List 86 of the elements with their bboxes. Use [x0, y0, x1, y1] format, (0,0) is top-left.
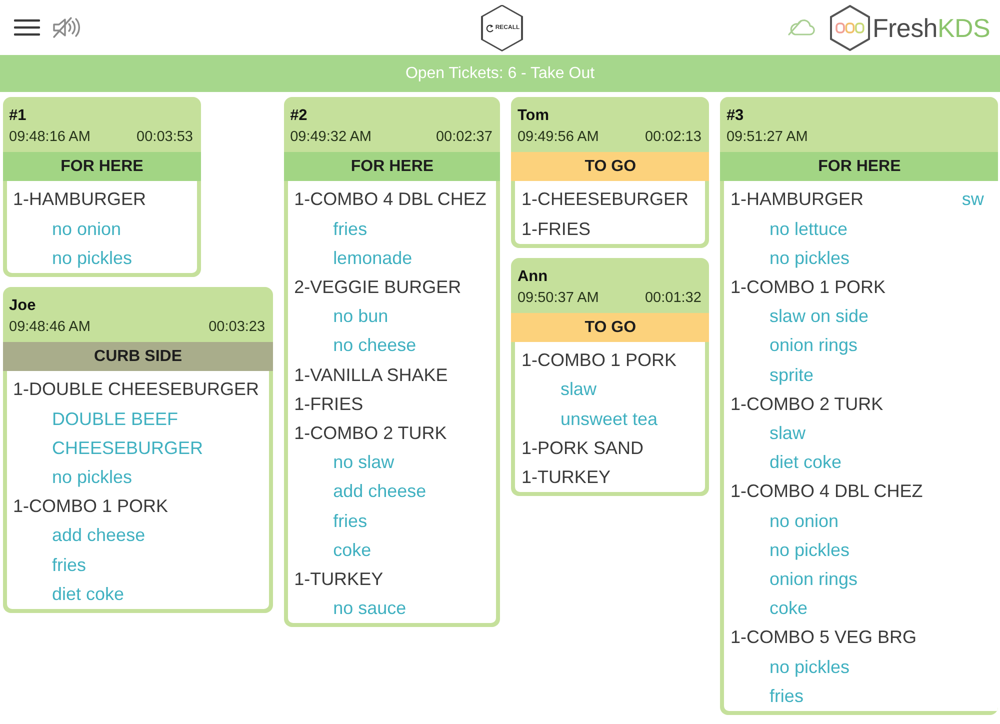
circular-arrow-icon: [486, 24, 494, 32]
order-item: 1-TURKEY: [294, 569, 384, 590]
ticket-card[interactable]: Joe 09:48:46 AM 00:03:23 CURB SIDE 1-DOUBLE CHEESEBURGER DOUBLE BEEF CHEESEBURGER no pickles 1-COMBO 1 PORK add cheese fries diet coke: [3, 287, 274, 614]
order-time: 09:49:32 AM: [290, 128, 372, 147]
order-time: 09:51:27 AM: [726, 128, 808, 147]
order-time: 09:49:56 AM: [517, 128, 599, 147]
item-modifier: no bun: [333, 306, 388, 326]
order-item: 1-FRIES: [294, 394, 364, 414]
order-item: 1-CHEESEBURGER: [521, 189, 688, 210]
elapsed-time: 00:02:13: [644, 128, 702, 147]
item-modifier: fries: [333, 510, 368, 531]
order-item: 1-VANILLA SHAKE: [294, 364, 448, 385]
order-item: 1-PORK SAND: [521, 438, 644, 458]
item-modifier: no sauce: [333, 598, 406, 618]
item-modifier: sprite: [769, 364, 814, 385]
item-modifier: slaw: [769, 423, 806, 444]
item-modifier: sw: [962, 189, 984, 210]
item-modifier: slaw: [560, 379, 596, 400]
item-modifier: unsweet tea: [560, 408, 658, 429]
item-modifier: onion rings: [769, 335, 858, 356]
order-time: 09:50:37 AM: [517, 288, 599, 308]
item-modifier: no slaw: [333, 452, 394, 472]
logo-wordmark: FreshKDS: [872, 12, 990, 42]
order-item: 1-COMBO 1 PORK: [521, 350, 676, 370]
item-modifier: no onion: [52, 218, 122, 239]
item-modifier: diet coke: [769, 452, 842, 472]
item-modifier: diet coke: [52, 584, 124, 604]
muted-speaker-icon[interactable]: [52, 16, 82, 39]
item-modifier: add cheese: [333, 481, 426, 502]
order-item: 1-COMBO 1 PORK: [13, 496, 168, 516]
order-item: 1-HAMBURGER: [730, 189, 864, 210]
order-item: 1-COMBO 4 DBL CHEZ: [294, 189, 486, 210]
item-modifier: no lettuce: [769, 218, 848, 239]
order-item: 2-VEGGIE BURGER: [294, 277, 462, 297]
order-item: 1-HAMBURGER: [13, 189, 146, 210]
ticket-card[interactable]: Ann 09:50:37 AM 00:01:32 TO GO 1-COMBO 1 PORK slaw unsweet tea 1-PORK SAND 1-TURKEY: [511, 258, 710, 496]
order-type-banner: FOR HERE: [284, 152, 500, 181]
ticket-name: Joe: [9, 296, 37, 316]
order-type-banner: FOR HERE: [720, 152, 998, 181]
item-modifier: no pickles: [769, 248, 850, 268]
item-modifier: no pickles: [769, 656, 850, 677]
order-item: 1-FRIES: [521, 218, 590, 239]
ticket-name: #1: [9, 106, 28, 126]
elapsed-time: 00:01:32: [644, 288, 702, 308]
item-modifier: onion rings: [769, 569, 858, 590]
order-type-banner: TO GO: [511, 152, 710, 181]
elapsed-time: 00:03:53: [136, 128, 193, 147]
ticket-card[interactable]: Tom 09:49:56 AM 00:02:13 TO GO 1-CHEESEBURGER 1-FRIES: [511, 97, 710, 248]
item-modifier: no pickles: [52, 248, 132, 268]
item-modifier: slaw on side: [769, 306, 868, 326]
order-item: 1-DOUBLE CHEESEBURGER: [13, 379, 260, 400]
item-modifier: lemonade: [333, 248, 412, 268]
ticket-card[interactable]: #1 09:48:16 AM 00:03:53 FOR HERE 1-HAMBURGER no onion no pickles: [3, 97, 201, 277]
order-item: 1-COMBO 2 TURK: [730, 394, 884, 414]
ticket-name: #3: [726, 106, 745, 126]
item-modifier: no cheese: [333, 335, 416, 356]
ticket-name: Ann: [517, 266, 549, 287]
menu-icon[interactable]: [14, 19, 40, 36]
order-item: 1-COMBO 5 VEG BRG: [730, 627, 916, 648]
item-modifier: coke: [333, 540, 372, 560]
order-type-banner: CURB SIDE: [3, 342, 274, 371]
elapsed-time: 00:02:37: [436, 128, 492, 147]
item-modifier: no onion: [769, 510, 839, 531]
order-time: 09:48:46 AM: [9, 318, 90, 337]
item-modifier: add cheese: [52, 525, 146, 546]
order-type-banner: TO GO: [511, 312, 710, 342]
ticket-card[interactable]: [720, 97, 998, 716]
open-tickets-banner: Open Tickets: 6 - Take Out: [0, 55, 1000, 92]
item-modifier: no pickles: [769, 540, 850, 560]
item-modifier: fries: [52, 554, 86, 575]
order-item: 1-COMBO 2 TURK: [294, 423, 447, 444]
item-modifier: fries: [769, 686, 804, 706]
ticket-name: Tom: [517, 106, 550, 126]
item-modifier: coke: [769, 598, 808, 618]
order-time: 09:48:16 AM: [9, 128, 90, 147]
ticket-name: #2: [290, 106, 308, 126]
item-modifier: fries: [333, 218, 368, 239]
order-item: 1-COMBO 4 DBL CHEZ: [730, 481, 923, 502]
elapsed-time: 00:03:23: [208, 318, 266, 337]
order-item: 1-COMBO 1 PORK: [730, 277, 886, 297]
order-type-banner: FOR HERE: [3, 152, 201, 181]
logo-icon: [828, 4, 872, 52]
ticket-card[interactable]: #2 09:49:32 AM 00:02:37 FOR HERE 1-COMBO 4 DBL CHEZ fries lemonade 2-VEGGIE BURGER no bun no cheese 1-VANILLA SHAKE 1-FRIES 1-COMBO 2 TURK no slaw add cheese fries coke 1-TURKEY no sauce: [284, 97, 500, 628]
cloud-slash-icon: [787, 19, 816, 36]
item-modifier: no pickles: [52, 467, 132, 487]
order-item: 1-TURKEY: [521, 467, 610, 487]
